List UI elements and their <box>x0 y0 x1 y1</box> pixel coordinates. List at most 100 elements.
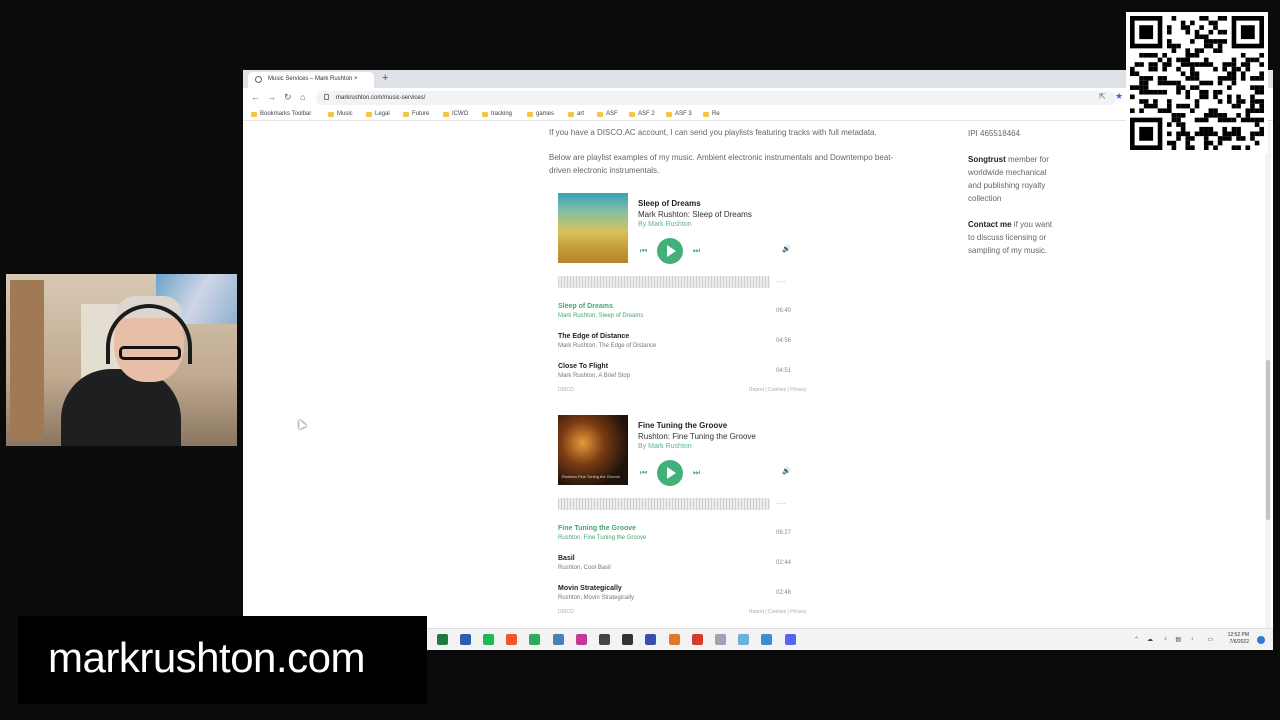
bookmark-item[interactable]: games <box>527 111 554 117</box>
playlist-subtitle: Mark Rushton: Sleep of Dreams <box>638 210 752 219</box>
track-row[interactable]: Close To Flight Mark Rushton, A Brief St… <box>558 363 802 389</box>
taskbar-app-icon[interactable] <box>784 634 796 645</box>
notification-icon[interactable] <box>1257 636 1265 644</box>
track-title: Movin Strategically <box>558 585 622 592</box>
track-artist: Rushton, Fine Tuning the Groove <box>558 535 647 541</box>
embed-footer-links[interactable]: Report | Cookies | Privacy <box>749 387 807 393</box>
taskbar-app-icon[interactable] <box>575 634 587 645</box>
contact-line: if you want <box>1011 220 1053 229</box>
embed-footer-links[interactable]: Report | Cookies | Privacy <box>749 609 807 615</box>
taskbar-app-icon[interactable] <box>691 634 703 645</box>
network-icon[interactable]: ▤ <box>1175 636 1181 643</box>
taskbar-app-icon[interactable] <box>599 634 610 645</box>
webcam-door <box>10 280 44 440</box>
taskbar-app-icon[interactable] <box>483 634 494 645</box>
speaker-icon[interactable]: ♪ <box>1164 636 1167 642</box>
tab-strip: Music Services – Mark Rushton × + <box>243 70 1273 88</box>
stream-frame: Music Services – Mark Rushton × + ← → ↻ … <box>0 0 1280 720</box>
track-duration: 04:51 <box>776 368 792 374</box>
disco-logo[interactable]: DISCO <box>558 609 574 615</box>
track-artist: Mark Rushton, Sleep of Dreams <box>558 313 644 319</box>
bookmark-item[interactable]: tracking <box>482 111 512 117</box>
back-icon[interactable]: ← <box>251 92 260 102</box>
clock[interactable]: 12:52 PM 7/6/2022 <box>1228 632 1249 646</box>
waveform-scrubber[interactable] <box>558 276 770 288</box>
streamer-body <box>61 369 181 446</box>
bookmark-item[interactable]: ASF 3 <box>666 111 692 117</box>
ipi-number: IPI 465518464 <box>968 129 1021 138</box>
url-text: markrushton.com/music-services/ <box>336 95 426 101</box>
songtrust-link[interactable]: Songtrust <box>968 155 1006 164</box>
previous-icon[interactable]: ⏮ <box>640 246 647 256</box>
track-title: Basil <box>558 555 575 562</box>
track-duration: 02:44 <box>776 560 792 566</box>
intro-text: If you have a DISCO.AC account, I can se… <box>549 128 877 137</box>
browser-window: Music Services – Mark Rushton × + ← → ↻ … <box>243 70 1273 650</box>
next-icon[interactable]: ⏭ <box>693 468 700 478</box>
waveform-scrubber[interactable] <box>558 498 770 510</box>
track-artist: Mark Rushton, A Brief Stop <box>558 373 631 379</box>
bookmark-item[interactable]: Music <box>328 111 353 117</box>
volume-tray-icon[interactable]: ♩ <box>1191 636 1197 642</box>
disco-player-sleep-of-dreams: Sleep of Dreams Mark Rushton: Sleep of D… <box>558 193 807 413</box>
track-duration: 02:46 <box>776 590 792 596</box>
page-scrollbar[interactable] <box>1265 122 1271 634</box>
star-icon[interactable]: ★ <box>1115 91 1123 102</box>
tray-chevron-icon[interactable]: ⌃ <box>1134 636 1139 643</box>
cloud-icon[interactable]: ☁ <box>1147 636 1153 643</box>
clock-time: 12:52 PM <box>1227 632 1249 638</box>
volume-icon[interactable]: 🔊 <box>782 467 791 475</box>
address-bar[interactable]: markrushton.com/music-services/ <box>316 91 1116 105</box>
track-row[interactable]: Fine Tuning the Groove Rushton, Fine Tun… <box>558 525 802 551</box>
bookmark-item[interactable]: ICWO <box>443 111 468 117</box>
forward-icon[interactable]: → <box>267 92 276 102</box>
taskbar-app-icon[interactable] <box>436 634 448 645</box>
volume-icon[interactable]: 🔊 <box>782 245 791 253</box>
track-row[interactable]: The Edge of Distance Mark Rushton, The E… <box>558 333 802 359</box>
playlist-artist-link[interactable]: By Mark Rushton <box>638 443 692 450</box>
share-icon[interactable]: ⇱ <box>1099 92 1106 101</box>
taskbar-app-icon[interactable] <box>645 634 657 645</box>
reload-icon[interactable]: ↻ <box>284 92 292 103</box>
disco-logo[interactable]: DISCO <box>558 387 574 393</box>
bookmark-item[interactable]: art <box>568 111 584 117</box>
bookmark-item[interactable]: Bookmarks Toolbar <box>251 111 311 117</box>
waveform-time: --:-- <box>776 279 786 285</box>
contact-link[interactable]: Contact me <box>968 220 1012 229</box>
playlist-title: Sleep of Dreams <box>638 199 701 208</box>
waveform-time: --:-- <box>776 501 786 507</box>
webcam-feed <box>6 274 237 446</box>
play-button[interactable] <box>657 460 683 486</box>
next-icon[interactable]: ⏭ <box>693 246 700 256</box>
caption-overlay: markrushton.com <box>18 616 427 704</box>
taskbar-app-icon[interactable] <box>738 634 750 645</box>
songtrust-line: member for <box>1005 155 1049 164</box>
track-row[interactable]: Sleep of Dreams Mark Rushton, Sleep of D… <box>558 303 802 329</box>
previous-icon[interactable]: ⏮ <box>640 468 647 478</box>
taskbar-app-icon[interactable] <box>459 634 471 645</box>
taskbar-app-icon[interactable] <box>552 634 564 645</box>
taskbar-app-icon[interactable] <box>668 634 680 645</box>
songtrust-line: and publishing royalty <box>968 181 1046 190</box>
new-tab-button[interactable]: + <box>382 72 388 84</box>
taskbar-app-icon[interactable] <box>506 634 518 645</box>
taskbar-app-icon[interactable] <box>622 634 634 645</box>
taskbar-app-icon[interactable] <box>761 634 773 645</box>
playlist-artist-link[interactable]: By Mark Rushton <box>638 221 692 228</box>
taskbar-app-icon[interactable] <box>715 634 726 645</box>
bookmark-item[interactable]: ASF <box>597 111 618 117</box>
track-row[interactable]: Basil Rushton, Cool Basil 02:44 <box>558 555 802 581</box>
scrollbar-thumb[interactable] <box>1266 360 1270 520</box>
home-icon[interactable]: ⌂ <box>300 92 305 102</box>
bookmark-item[interactable]: Re <box>703 111 720 117</box>
taskbar-app-icon[interactable] <box>529 634 541 645</box>
clock-date: 7/6/2022 <box>1229 639 1249 645</box>
battery-icon[interactable]: ▭ <box>1207 636 1213 643</box>
play-button[interactable] <box>657 238 683 264</box>
bookmark-item[interactable]: Legal <box>366 111 390 117</box>
bookmark-item[interactable]: Future <box>403 111 429 117</box>
album-art-label: Rushton Fine Tuning the Groove <box>562 474 620 479</box>
tab-music-services[interactable]: Music Services – Mark Rushton × <box>248 72 374 88</box>
track-row[interactable]: Movin Strategically Rushton, Movin Strat… <box>558 585 802 611</box>
bookmark-item[interactable]: ASF 2 <box>629 111 655 117</box>
